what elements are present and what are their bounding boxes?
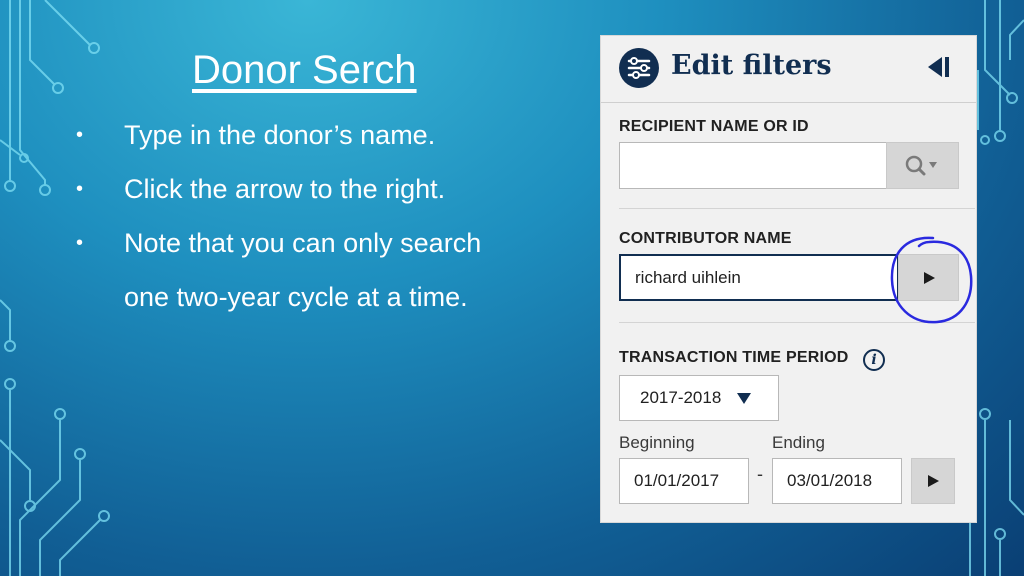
divider [619, 208, 975, 209]
bullet-item: • Type in the donor’s name. [72, 112, 552, 166]
transaction-period-label: TRANSACTION TIME PERIOD [619, 349, 849, 366]
contributor-input[interactable]: richard uihlein [619, 254, 899, 301]
annotation-circle [890, 236, 973, 324]
bullet-marker: • [76, 178, 84, 200]
beginning-label: Beginning [619, 433, 695, 452]
period-select-value: 2017-2018 [640, 388, 722, 407]
recipient-search-button[interactable] [886, 142, 959, 189]
bullet-item: • Click the arrow to the right. [72, 166, 552, 220]
bullet-text: one two-year cycle at a time. [124, 282, 468, 312]
bullet-text: Note that you can only search [124, 228, 482, 258]
recipient-label: RECIPIENT NAME OR ID [619, 118, 809, 135]
search-icon [905, 155, 937, 175]
date-separator: - [757, 464, 763, 484]
info-icon[interactable]: i [863, 349, 885, 371]
collapse-left-icon[interactable] [924, 54, 954, 80]
date-go-button[interactable] [911, 458, 955, 504]
contributor-label: CONTRIBUTOR NAME [619, 230, 792, 247]
bullet-continuation: one two-year cycle at a time. [72, 274, 552, 328]
bullet-text: Type in the donor’s name. [124, 120, 436, 150]
slide-title: Donor Serch [192, 48, 417, 92]
bullet-list: • Type in the donor’s name. • Click the … [72, 112, 552, 328]
bullet-text: Click the arrow to the right. [124, 174, 446, 204]
panel-title: Edit filters [671, 50, 832, 81]
panel-header: Edit filters [601, 36, 976, 103]
caret-down-icon [737, 392, 752, 404]
ending-date-input[interactable]: 03/01/2018 [772, 458, 902, 504]
period-select[interactable]: 2017-2018 [619, 375, 779, 421]
sliders-icon[interactable] [619, 48, 659, 88]
bullet-marker: • [76, 124, 84, 146]
play-arrow-icon [928, 475, 939, 487]
ending-label: Ending [772, 433, 825, 452]
recipient-input[interactable] [619, 142, 887, 189]
beginning-date-input[interactable]: 01/01/2017 [619, 458, 749, 504]
bullet-item: • Note that you can only search [72, 220, 552, 274]
bullet-marker: • [76, 232, 84, 254]
